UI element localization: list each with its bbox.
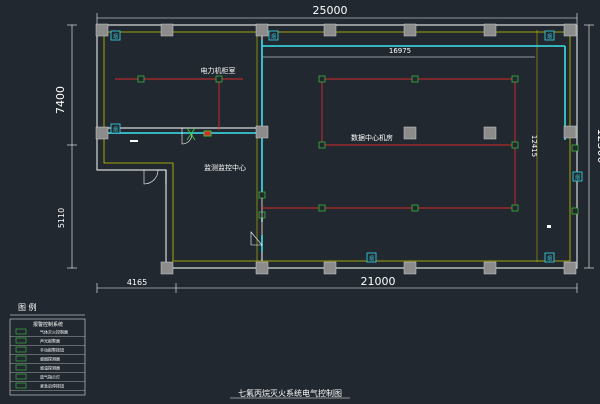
- legend-subheading: 报警控制系统: [33, 321, 63, 328]
- legend-item: 手动报警按钮: [10, 347, 85, 355]
- module-icon: [15, 364, 27, 371]
- floor-plan-canvas: 25000 21000 4165 7400 5110 12500 16975 1…: [9, 4, 600, 399]
- room-label-monitor: 监测监控中心: [204, 163, 246, 172]
- legend-heading: 图 例: [18, 302, 37, 312]
- legend-item-label: 紧急启停按钮: [40, 383, 64, 389]
- legend-item-label: 气体灭火控制器: [40, 329, 68, 335]
- small-marks: [130, 140, 551, 228]
- dim-left-upper: 7400: [54, 86, 67, 114]
- dim-inner-horizontal: 16975: [389, 47, 411, 55]
- solenoid-valve-icon: [186, 127, 212, 141]
- room-label-datacenter: 数据中心机房: [351, 133, 393, 142]
- green-modules: [137, 75, 579, 219]
- alarm-wiring: [115, 78, 516, 235]
- entrance-door: [143, 169, 167, 185]
- legend-item: 气体灭火控制器: [10, 329, 85, 337]
- module-icon: [15, 355, 27, 362]
- legend-item-label: 感烟探测器: [40, 356, 60, 362]
- legend-item: 紧急启停按钮: [10, 383, 85, 391]
- module-icon: [15, 337, 27, 344]
- module-icon: [15, 373, 27, 380]
- legend-item: 声光报警器: [10, 338, 85, 346]
- walls: [96, 24, 578, 269]
- legend-item: 感温探测器: [10, 365, 85, 373]
- cad-drawing: 25000 21000 4165 7400 5110 12500 16975 1…: [0, 0, 600, 400]
- drawing-title: 七氟丙烷灭火系统电气控制图: [238, 388, 342, 398]
- detector-label: 烟: [547, 33, 552, 40]
- legend-item-label: 感温探测器: [40, 365, 60, 371]
- structural-columns: [95, 23, 577, 275]
- dim-right-total: 12500: [595, 129, 600, 164]
- detector-label: 烟: [113, 33, 118, 40]
- legend-item-label: 手动报警按钮: [40, 347, 64, 353]
- detector-label: 烟: [271, 33, 276, 40]
- dim-left-lower: 5110: [57, 208, 66, 228]
- dim-bottom-left: 4165: [127, 278, 147, 287]
- detector-label: 烟: [575, 174, 580, 181]
- module-icon: [15, 382, 27, 389]
- legend-item-label: 声光报警器: [40, 338, 60, 344]
- dim-bottom-right: 21000: [361, 275, 396, 288]
- room-label-power: 电力机柜室: [201, 66, 236, 75]
- legend-item: 感烟探测器: [10, 356, 85, 364]
- legend-item: 放气指示灯: [10, 374, 85, 382]
- module-icon: [15, 346, 27, 353]
- detector-label: 烟: [113, 126, 118, 133]
- dim-top-total: 25000: [313, 4, 348, 17]
- legend-item-label: 放气指示灯: [40, 374, 60, 380]
- nozzle-icon: [181, 128, 193, 145]
- module-icon: [15, 328, 27, 335]
- detector-label: 烟: [547, 255, 552, 262]
- legend: 图 例 报警控制系统 气体灭火控制器声光报警器手动报警按钮感烟探测器感温探测器放…: [9, 302, 86, 396]
- smoke-detectors: [110, 30, 583, 263]
- detector-label: 烟: [369, 255, 374, 262]
- dim-inner-vertical: 12415: [530, 135, 538, 157]
